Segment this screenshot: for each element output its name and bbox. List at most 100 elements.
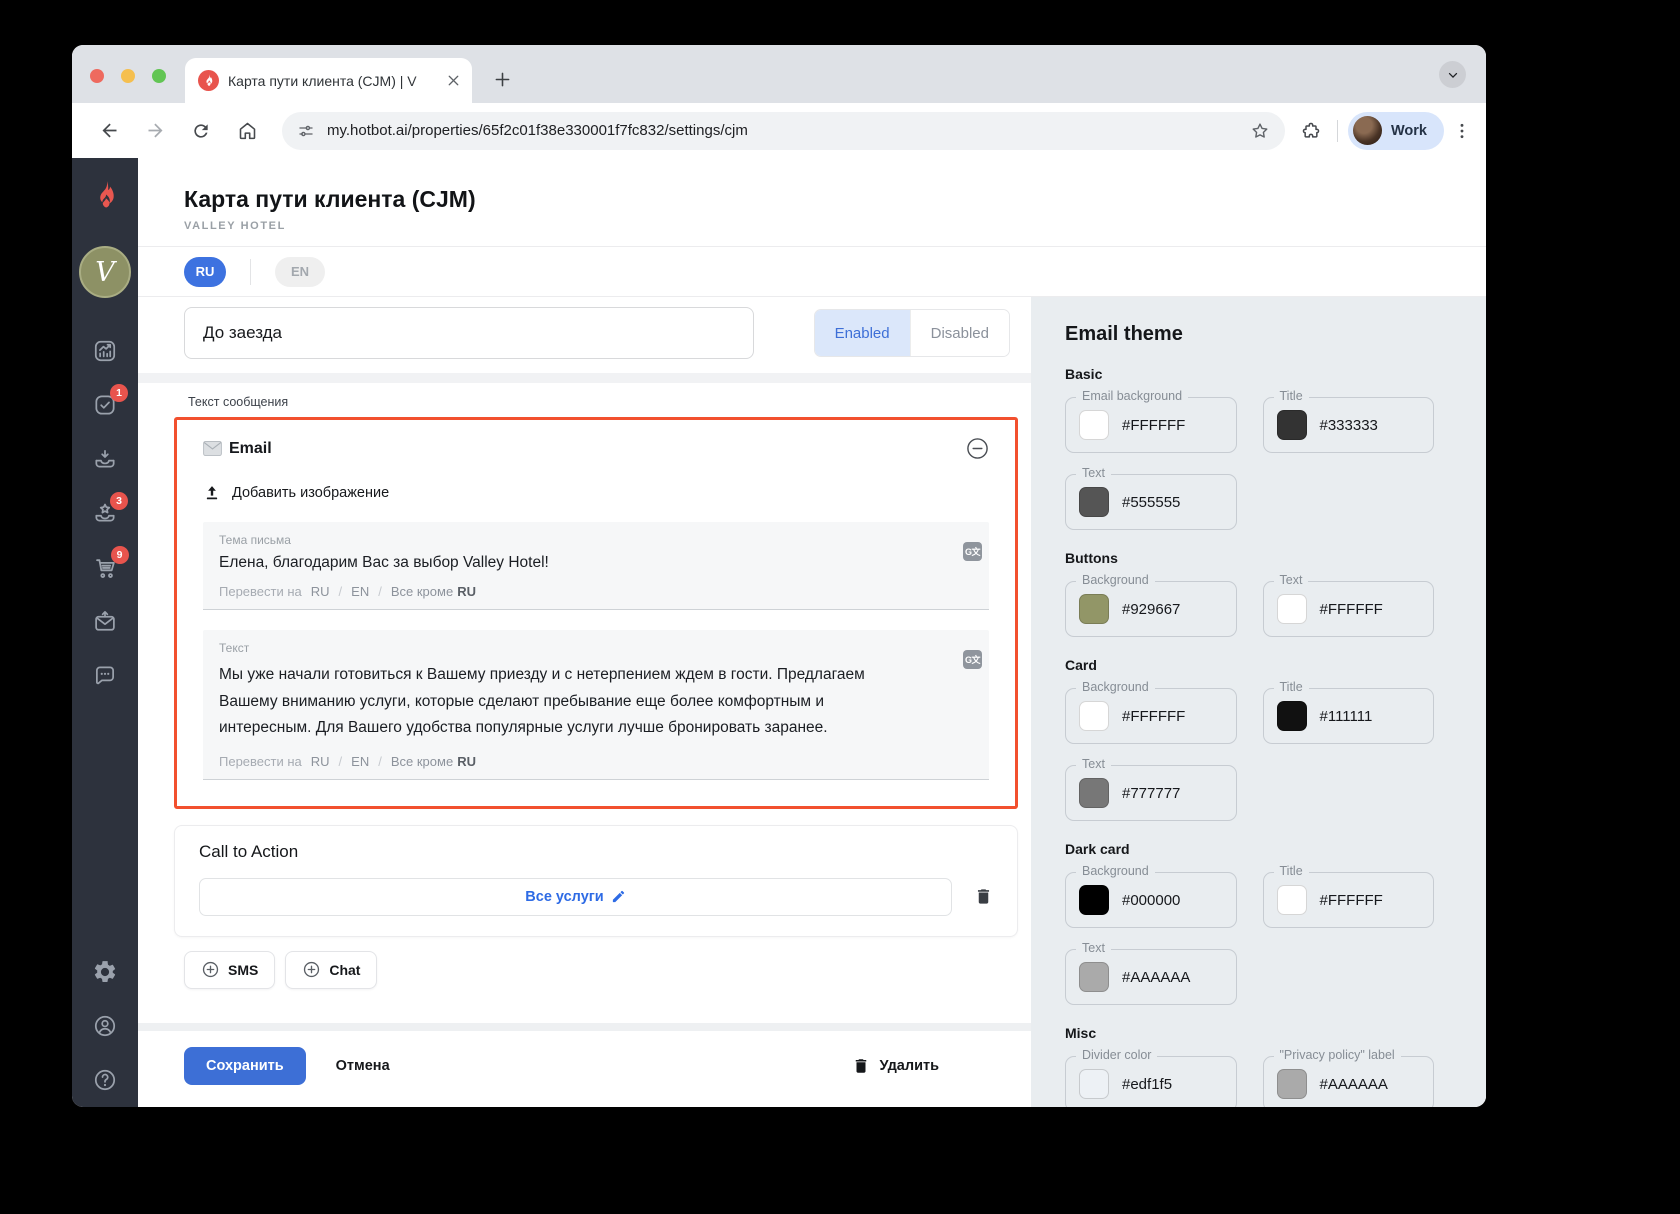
cta-value-box[interactable]: Все услуги [199,877,952,916]
color-field-label: Title [1273,680,1309,694]
back-button[interactable] [86,111,132,151]
theme-section: Basic Email background #FFFFFF Title #333333… [1065,366,1434,530]
slash-separator: / [338,584,343,599]
email-block-highlighted: Email Добавить изображение Тема письма Е… [174,417,1018,809]
subject-value[interactable]: Елена, благодарим Вас за выбор Valley Ho… [219,554,973,572]
address-bar[interactable]: my.hotbot.ai/properties/65f2c01f38e33000… [282,111,1285,150]
cta-services-link[interactable]: Все услуги [525,889,603,905]
theme-grid: Divider color #edf1f5 "Privacy policy" lab… [1065,1048,1434,1107]
color-field[interactable]: Background #929667 [1065,573,1237,637]
translate-to-en-link[interactable]: EN [351,584,369,599]
color-field[interactable]: Text #555555 [1065,466,1237,530]
color-swatch [1276,1069,1307,1099]
tab-lang-en[interactable]: EN [275,256,325,287]
sidebar-item-reviews[interactable]: 3 [92,492,128,526]
reload-button[interactable] [178,111,224,151]
google-translate-icon[interactable]: G文 [963,542,982,561]
color-field[interactable]: Title #333333 [1262,389,1434,453]
delete-label: Удалить [879,1058,939,1074]
color-field[interactable]: Title #111111 [1262,680,1434,744]
sidebar-item-profile[interactable] [92,1013,118,1039]
theme-section: Buttons Background #929667 Text #FFFFFF [1065,550,1434,637]
sidebar-item-campaigns[interactable] [92,609,118,635]
color-swatch [1276,701,1307,731]
upload-icon [206,486,218,500]
add-chat-button[interactable]: Chat [285,950,378,989]
translate-all-except-link[interactable]: Все кроме RU [391,584,476,599]
translate-to-ru-link[interactable]: RU [311,754,330,769]
url-text[interactable]: my.hotbot.ai/properties/65f2c01f38e33000… [327,122,1250,139]
sidebar-item-help[interactable] [92,1067,118,1093]
collapse-email-icon[interactable] [966,437,989,460]
toggle-enabled[interactable]: Enabled [814,310,910,356]
color-hex-value: #edf1f5 [1122,1075,1173,1093]
stage-name-input[interactable] [184,307,754,359]
email-subject-field[interactable]: Тема письма Елена, благодарим Вас за выб… [203,522,989,610]
browser-tab[interactable]: Карта пути клиента (CJM) | V [185,58,472,103]
cta-delete-icon[interactable] [974,887,993,906]
section-divider [138,373,1031,383]
color-field[interactable]: Text #AAAAAA [1065,941,1237,1005]
body-value[interactable]: Мы уже начали готовиться к Вашему приезд… [219,662,919,742]
color-field[interactable]: Background #000000 [1065,864,1237,928]
add-sms-button[interactable]: SMS [184,950,276,989]
color-hex-value: #AAAAAA [1319,1075,1388,1093]
color-field[interactable]: Text #777777 [1065,757,1237,821]
sidebar-item-orders[interactable]: 9 [92,546,129,581]
tab-close-icon[interactable] [445,72,462,89]
tab-favicon-flame-icon [198,70,219,91]
cancel-button[interactable]: Отмена [336,1058,390,1074]
translate-all-except-link[interactable]: Все кроме RU [391,754,476,769]
hotbot-flame-logo-icon[interactable] [90,180,120,210]
bookmark-star-icon[interactable] [1250,121,1270,141]
tab-search-chevron-icon[interactable] [1439,61,1466,88]
sidebar-item-chat[interactable] [92,663,118,689]
sidebar-item-settings[interactable] [92,959,118,985]
profile-chip[interactable]: Work [1348,111,1444,150]
sidebar-item-inbox[interactable] [92,446,118,472]
color-swatch [1079,778,1109,808]
tab-lang-ru[interactable]: RU [184,256,226,287]
color-field[interactable]: Email background #FFFFFF [1065,389,1237,453]
extensions-icon[interactable] [1301,121,1321,141]
browser-menu-icon[interactable] [1452,121,1472,141]
translate-to-en-link[interactable]: EN [351,754,369,769]
google-translate-icon[interactable]: G文 [963,650,982,669]
forward-button[interactable] [132,111,178,151]
theme-section-heading: Basic [1065,366,1103,382]
add-image-button[interactable]: Добавить изображение [203,484,989,502]
color-hex-value: #FFFFFF [1319,891,1383,909]
color-field[interactable]: Title #FFFFFF [1262,864,1434,928]
color-field-label: Divider color [1076,1048,1158,1062]
minimize-window-button[interactable] [121,69,135,83]
email-block-header: Email [203,437,989,460]
form-footer-wrap: Сохранить Отмена Удалить [138,1007,1031,1107]
profile-avatar [1353,116,1382,145]
sidebar-item-analytics[interactable] [92,338,118,364]
color-field[interactable]: Divider color #edf1f5 [1065,1048,1237,1107]
home-button[interactable] [224,111,270,151]
property-avatar[interactable]: V [79,246,131,298]
save-button[interactable]: Сохранить [184,1047,306,1085]
color-field-label: Title [1273,389,1309,403]
toggle-disabled[interactable]: Disabled [909,310,1009,356]
fullscreen-window-button[interactable] [152,69,166,83]
close-window-button[interactable] [90,69,104,83]
delete-stage-button[interactable]: Удалить [852,1057,939,1075]
sidebar-item-tasks[interactable]: 1 [92,384,128,418]
color-field[interactable]: Text #FFFFFF [1262,573,1434,637]
color-hex-value: #555555 [1122,493,1181,511]
subject-label: Тема письма [219,533,291,547]
new-tab-button[interactable] [492,69,513,90]
add-image-label: Добавить изображение [232,485,390,501]
color-hex-value: #000000 [1122,891,1181,909]
translate-to-ru-link[interactable]: RU [311,584,330,599]
color-field[interactable]: Background #FFFFFF [1065,680,1237,744]
color-field-label: Background [1076,573,1155,587]
color-field[interactable]: "Privacy policy" label #AAAAAA [1262,1048,1434,1107]
color-swatch [1276,885,1307,915]
site-settings-icon[interactable] [297,122,315,140]
add-channel-row: SMS Chat [184,950,1031,989]
color-hex-value: #929667 [1122,600,1181,618]
email-body-field[interactable]: Текст Мы уже начали готовиться к Вашему … [203,630,989,780]
